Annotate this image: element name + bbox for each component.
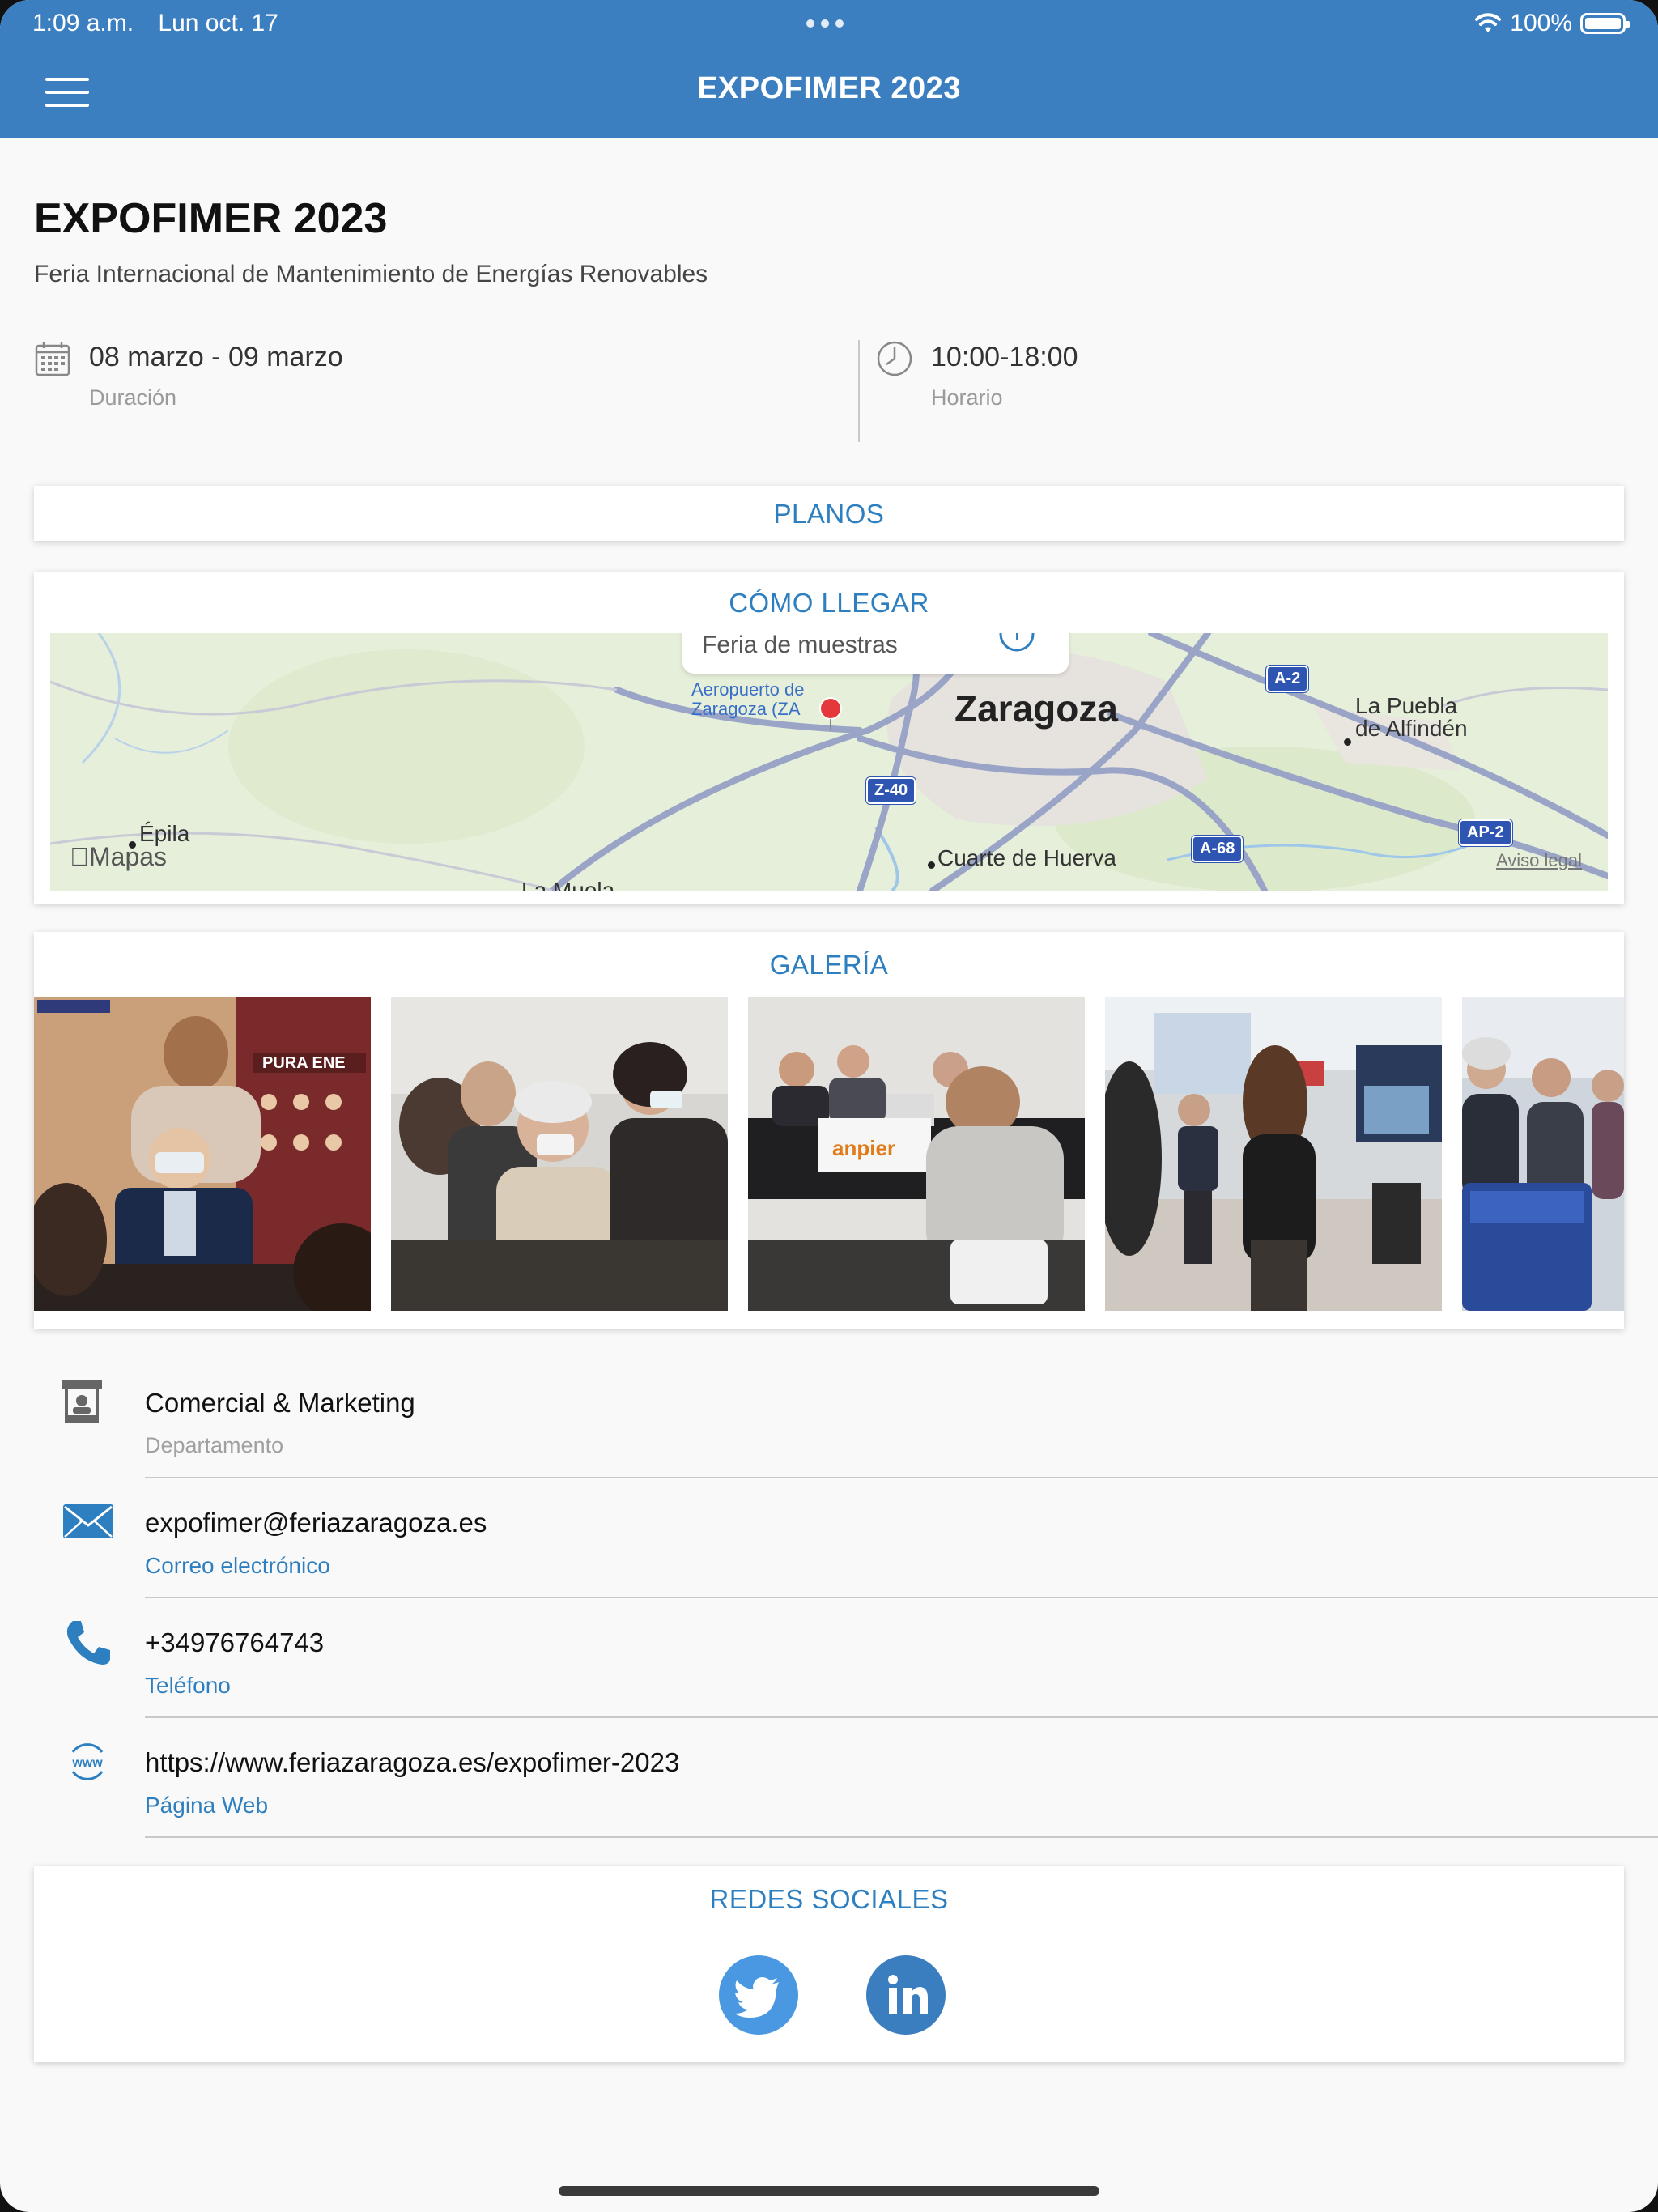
home-indicator[interactable] — [559, 2186, 1099, 2196]
svg-text:i: i — [1014, 633, 1019, 645]
como-llegar-title: CÓMO LLEGAR — [729, 588, 929, 618]
twitter-icon[interactable] — [719, 1955, 798, 2035]
email-label: Correo electrónico — [145, 1553, 330, 1578]
status-right: 100% — [1474, 10, 1630, 37]
app-screen: 1:09 a.m. Lun oct. 17 100% EXPOFIMER 202… — [0, 0, 1658, 2212]
location-pin-icon — [819, 697, 842, 730]
planos-label: PLANOS — [773, 499, 885, 529]
status-time: 1:09 a.m. — [32, 10, 134, 36]
gallery-photo-3[interactable]: anpier — [748, 997, 1085, 1311]
divider — [145, 1836, 1658, 1838]
status-date: Lun oct. 17 — [158, 10, 278, 36]
info-icon[interactable]: i — [998, 633, 1035, 653]
email-value[interactable]: expofimer@feriazaragoza.es — [145, 1508, 487, 1538]
event-title: EXPOFIMER 2023 — [34, 195, 388, 242]
top-bar: 1:09 a.m. Lun oct. 17 100% EXPOFIMER 202… — [0, 0, 1658, 138]
divider — [145, 1716, 1658, 1718]
duration-value: 08 marzo - 09 marzo — [89, 342, 343, 372]
duration-label: Duración — [89, 385, 177, 410]
booth-icon — [62, 1380, 102, 1423]
map-label-airport: Aeropuerto de Zaragoza (ZA — [691, 679, 805, 719]
wifi-icon — [1475, 13, 1502, 32]
apple-maps-logo: Mapas — [70, 842, 167, 872]
planos-button[interactable]: PLANOS — [34, 486, 1624, 541]
divider — [145, 1477, 1658, 1478]
www-icon[interactable]: www — [65, 1739, 110, 1784]
status-left: 1:09 a.m. Lun oct. 17 — [32, 10, 296, 37]
calendar-icon — [35, 342, 70, 376]
phone-value[interactable]: +34976764743 — [145, 1627, 324, 1658]
email-icon[interactable] — [63, 1504, 113, 1538]
multitask-dots-icon[interactable] — [806, 19, 844, 28]
svg-text:PURA ENE: PURA ENE — [262, 1054, 346, 1072]
info-divider — [858, 340, 860, 442]
map-label-la-muela: La Muela — [521, 878, 615, 891]
map-label-la-puebla: La Puebla de Alfindén — [1355, 693, 1468, 741]
department-label: Departamento — [145, 1433, 284, 1457]
event-subtitle: Feria Internacional de Mantenimiento de … — [34, 261, 708, 287]
map-view[interactable]: Feria de muestras i Aeropuerto de Zaragoz… — [50, 633, 1608, 891]
road-shield-a68: A-68 — [1192, 836, 1244, 862]
clock-icon — [877, 341, 912, 376]
redes-sociales-card: REDES SOCIALES — [34, 1866, 1624, 2062]
nav-title: EXPOFIMER 2023 — [697, 71, 961, 105]
map-label-city: Zaragoza — [954, 687, 1118, 730]
map-callout-label: Feria de muestras — [702, 633, 898, 658]
apple-maps-brand: Mapas — [70, 842, 167, 871]
gallery-photo-5[interactable] — [1462, 997, 1624, 1311]
map-callout[interactable]: Feria de muestras i — [682, 633, 1069, 674]
web-value[interactable]: https://www.feriazaragoza.es/expofimer-2… — [145, 1747, 679, 1778]
battery-fill — [1585, 18, 1621, 29]
web-label: Página Web — [145, 1793, 269, 1818]
como-llegar-card: CÓMO LLEGAR Feria de muestras i Aeropuer… — [34, 572, 1624, 904]
battery-percent: 100% — [1510, 10, 1572, 36]
map-dot-la-puebla — [1344, 738, 1351, 746]
schedule-label: Horario — [931, 385, 1003, 410]
schedule-value: 10:00-18:00 — [931, 342, 1078, 372]
map-dot-cuarte — [928, 861, 935, 869]
phone-icon[interactable] — [63, 1619, 112, 1666]
battery-icon — [1580, 13, 1630, 34]
svg-text:anpier: anpier — [832, 1136, 895, 1160]
aviso-legal-link[interactable]: Aviso legal — [1496, 850, 1582, 871]
svg-text:www: www — [71, 1756, 103, 1770]
department-value: Comercial & Marketing — [145, 1388, 415, 1418]
galeria-title: GALERÍA — [769, 950, 889, 980]
redes-sociales-title: REDES SOCIALES — [709, 1884, 949, 1914]
map-label-cuarte: Cuarte de Huerva — [937, 845, 1117, 870]
road-shield-a2: A-2 — [1266, 666, 1309, 692]
gallery-photo-4[interactable] — [1105, 997, 1442, 1311]
divider — [145, 1597, 1658, 1598]
phone-label: Teléfono — [145, 1673, 231, 1698]
galeria-card: GALERÍA PURA ENE anpier — [34, 932, 1624, 1329]
apple-icon:  — [70, 842, 89, 871]
gallery-photo-1[interactable]: PURA ENE — [34, 997, 371, 1311]
road-shield-z40: Z-40 — [866, 777, 916, 804]
gallery-photo-2[interactable] — [391, 997, 728, 1311]
road-shield-ap2: AP-2 — [1459, 819, 1512, 846]
linkedin-icon[interactable] — [866, 1955, 946, 2035]
gallery-strip[interactable]: PURA ENE anpier — [34, 997, 1624, 1311]
